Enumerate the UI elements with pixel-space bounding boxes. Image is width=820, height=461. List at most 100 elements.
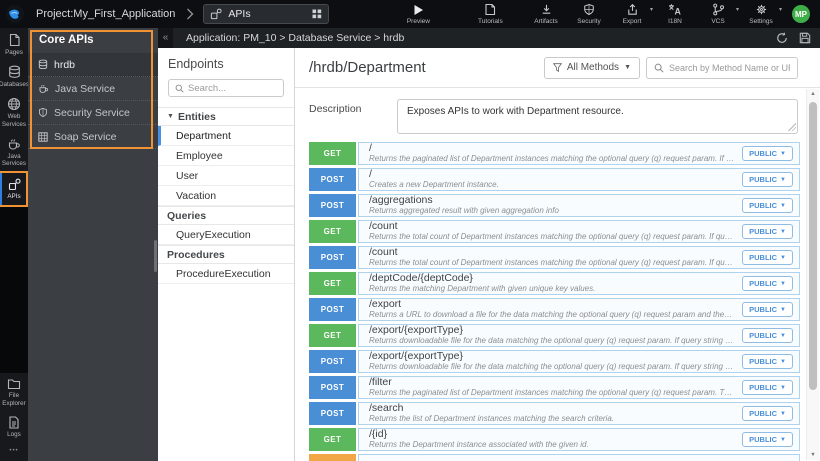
- scroll-up-arrow[interactable]: ▲: [807, 91, 819, 97]
- core-api-item-security-service[interactable]: Security Service: [28, 101, 158, 125]
- method-badge: GET: [309, 142, 356, 165]
- core-api-item-label: Soap Service: [54, 130, 117, 143]
- endpoint-item-employee[interactable]: Employee: [158, 146, 294, 166]
- scrollbar-thumb[interactable]: [809, 102, 817, 390]
- api-row: GET /deptCode/{deptCode} Returns the mat…: [309, 272, 800, 295]
- settings-button[interactable]: ▾ Settings: [746, 3, 782, 25]
- user-avatar[interactable]: MP: [792, 5, 810, 23]
- core-api-item-java-service[interactable]: Java Service: [28, 77, 158, 101]
- export-button[interactable]: ▾ Export: [617, 3, 653, 25]
- endpoint-item-queryexecution[interactable]: QueryExecution: [158, 225, 294, 245]
- sidebar-item-databases[interactable]: Databases: [0, 60, 29, 92]
- api-row: POST /search Returns the list of Departm…: [309, 402, 800, 425]
- api-row-body[interactable]: /export/{exportType} Returns downloadabl…: [358, 324, 800, 347]
- endpoints-search-input[interactable]: [188, 82, 277, 94]
- access-level-label: PUBLIC: [749, 305, 778, 314]
- grid-icon[interactable]: [312, 9, 322, 19]
- save-icon[interactable]: [799, 32, 811, 44]
- api-row-body[interactable]: PUBLIC▼: [358, 454, 800, 461]
- sidebar-item-pages[interactable]: Pages: [0, 28, 28, 60]
- api-row: POST /filter Returns the paginated list …: [309, 376, 800, 399]
- section-header-entities[interactable]: ▼ Entities: [158, 107, 294, 126]
- artifacts-button[interactable]: Artifacts: [531, 3, 561, 25]
- topbar-right: Artifacts Security ▾ Export A I18N ▾ VCS: [531, 3, 810, 25]
- apis-workspace-tab[interactable]: APIs: [203, 4, 330, 24]
- endpoint-item-department[interactable]: Department: [158, 126, 294, 146]
- export-icon: [626, 3, 639, 16]
- sidebar-item-java-services[interactable]: Java Services: [0, 132, 28, 171]
- api-path: /{id}: [369, 429, 388, 441]
- api-description: Returns the Department instance associat…: [369, 440, 589, 449]
- core-api-item-soap-service[interactable]: Soap Service: [28, 125, 158, 149]
- scroll-down-arrow[interactable]: ▼: [807, 452, 819, 458]
- collapse-panel-button[interactable]: «: [158, 28, 173, 48]
- description-textarea[interactable]: Exposes APIs to work with Department res…: [397, 99, 798, 134]
- caret-down-icon: ▼: [780, 280, 786, 287]
- endpoints-search[interactable]: [168, 79, 284, 97]
- api-row-body[interactable]: /filter Returns the paginated list of De…: [358, 376, 800, 399]
- access-level-dropdown[interactable]: PUBLIC ▼: [742, 406, 793, 421]
- i18n-button[interactable]: A I18N: [660, 3, 690, 25]
- security-button[interactable]: Security: [574, 3, 604, 25]
- funnel-icon: [552, 63, 562, 72]
- access-level-label: PUBLIC: [749, 227, 778, 236]
- app-logo[interactable]: [4, 3, 26, 25]
- section-header-queries[interactable]: Queries: [158, 206, 294, 225]
- access-level-dropdown[interactable]: PUBLIC ▼: [742, 432, 793, 447]
- refresh-icon[interactable]: [776, 32, 788, 44]
- sidebar-item-logs[interactable]: Logs: [0, 411, 28, 442]
- vcs-button[interactable]: ▾ VCS: [703, 3, 739, 25]
- method-search-input[interactable]: [669, 62, 790, 73]
- api-row-body[interactable]: /export/{exportType} Returns downloadabl…: [358, 350, 800, 373]
- api-path: /aggregations: [369, 195, 433, 207]
- endpoint-item-procedureexecution[interactable]: ProcedureExecution: [158, 264, 294, 284]
- caret-down-icon: ▼: [780, 332, 786, 339]
- api-row-body[interactable]: / Creates a new Department instance. PUB…: [358, 168, 800, 191]
- section-header-procedures[interactable]: Procedures: [158, 245, 294, 264]
- sidebar-item-web-services[interactable]: Web Services: [0, 92, 28, 131]
- core-api-item-label: hrdb: [54, 58, 76, 71]
- access-level-dropdown[interactable]: PUBLIC ▼: [742, 328, 793, 343]
- api-row-body[interactable]: /search Returns the list of Department i…: [358, 402, 800, 425]
- access-level-dropdown[interactable]: PUBLIC ▼: [742, 380, 793, 395]
- api-row-body[interactable]: /{id} Returns the Department instance as…: [358, 428, 800, 451]
- folder-icon: [7, 378, 21, 390]
- api-designer-main: /hrdb/Department All Methods ▼ Search by…: [295, 48, 820, 461]
- api-row-body[interactable]: /deptCode/{deptCode} Returns the matchin…: [358, 272, 800, 295]
- preview-button[interactable]: Preview: [403, 3, 433, 25]
- method-badge: GET: [309, 428, 356, 451]
- api-row-body[interactable]: / Returns the paginated list of Departme…: [358, 142, 800, 165]
- endpoint-item-user[interactable]: User: [158, 166, 294, 186]
- access-level-dropdown[interactable]: PUBLIC ▼: [742, 224, 793, 239]
- access-level-dropdown[interactable]: PUBLIC ▼: [742, 276, 793, 291]
- access-level-dropdown[interactable]: PUBLIC ▼: [742, 146, 793, 161]
- tutorials-button[interactable]: Tutorials: [475, 3, 505, 25]
- access-level-dropdown[interactable]: PUBLIC ▼: [742, 354, 793, 369]
- panel-scrollbar-thumb[interactable]: [154, 240, 157, 272]
- rail-overflow-button[interactable]: •••: [0, 442, 28, 461]
- api-description: Returns the paginated list of Department…: [369, 154, 734, 163]
- sidebar-item-apis[interactable]: APIs: [0, 171, 28, 207]
- api-description: Returns the list of Department instances…: [369, 414, 614, 423]
- api-row: GET / Returns the paginated list of Depa…: [309, 142, 800, 165]
- access-level-dropdown[interactable]: PUBLIC ▼: [742, 250, 793, 265]
- api-row: POST /aggregations Returns aggregated re…: [309, 194, 800, 217]
- sidebar-item-file-explorer[interactable]: File Explorer: [0, 373, 28, 410]
- chevron-right-icon: [186, 8, 194, 20]
- api-row-body[interactable]: /count Returns the total count of Depart…: [358, 220, 800, 243]
- method-search[interactable]: [646, 56, 798, 79]
- access-level-label: PUBLIC: [749, 175, 778, 184]
- access-level-dropdown[interactable]: PUBLIC ▼: [742, 198, 793, 213]
- tab-label: APIs: [228, 8, 251, 20]
- endpoint-item-vacation[interactable]: Vacation: [158, 186, 294, 206]
- api-row-body[interactable]: /count Returns the total count of Depart…: [358, 246, 800, 269]
- api-row-body[interactable]: /export Returns a URL to download a file…: [358, 298, 800, 321]
- access-level-dropdown[interactable]: PUBLIC ▼: [742, 172, 793, 187]
- methods-filter-dropdown[interactable]: All Methods ▼: [543, 56, 640, 79]
- vertical-scrollbar[interactable]: ▲ ▼: [806, 89, 819, 460]
- project-name[interactable]: Project:My_First_Application: [36, 8, 175, 20]
- access-level-dropdown[interactable]: PUBLIC ▼: [742, 302, 793, 317]
- core-api-item-hrdb[interactable]: hrdb: [28, 53, 158, 77]
- api-row-body[interactable]: /aggregations Returns aggregated result …: [358, 194, 800, 217]
- api-description: Returns the paginated list of Department…: [369, 388, 735, 397]
